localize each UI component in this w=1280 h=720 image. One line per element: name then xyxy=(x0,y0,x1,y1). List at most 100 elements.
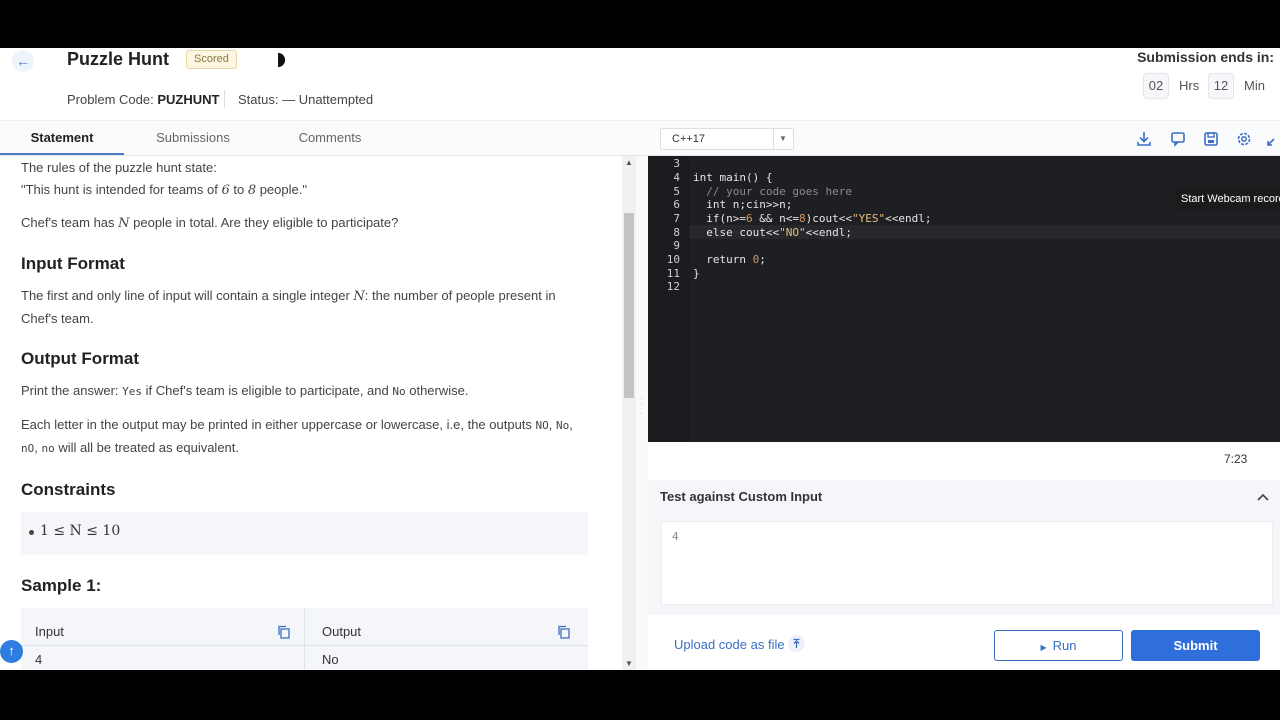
input-text: The first and only line of input will co… xyxy=(21,288,354,303)
code-line: } xyxy=(693,267,700,280)
sample-table: Input Output 4 No xyxy=(21,608,588,670)
copy-output-icon[interactable] xyxy=(557,625,571,639)
output-format-heading: Output Format xyxy=(21,349,140,368)
note-text: , xyxy=(569,417,573,432)
note-text: , xyxy=(548,417,557,432)
upload-icon[interactable] xyxy=(788,635,805,652)
settings-icon[interactable] xyxy=(1235,130,1253,148)
submit-button[interactable]: Submit xyxy=(1131,630,1260,661)
save-icon[interactable] xyxy=(1202,130,1220,148)
chat-icon[interactable] xyxy=(1169,130,1187,148)
problem-question: Chef's team has N people in total. Are t… xyxy=(21,212,591,235)
problem-title: Puzzle Hunt xyxy=(67,49,169,69)
inline-code: No xyxy=(556,419,570,432)
download-icon[interactable] xyxy=(1135,130,1153,148)
code-token: )cout<< xyxy=(805,212,852,225)
status-value: — Unattempted xyxy=(282,92,374,107)
line-number: 10 xyxy=(666,253,680,266)
code-token: <<endl; xyxy=(885,212,932,225)
scored-badge: Scored xyxy=(186,50,237,69)
tab-comments[interactable]: Comments xyxy=(288,121,372,155)
scroll-to-top-button[interactable]: ↑ xyxy=(0,640,23,663)
rules-quote-text: "This hunt is intended for teams of xyxy=(21,182,222,197)
note-text: Each letter in the output may be printed… xyxy=(21,417,536,432)
problem-statement: The rules of the puzzle hunt state: "Thi… xyxy=(0,156,622,670)
resize-grip-icon: · · · · xyxy=(640,394,643,418)
select-divider xyxy=(773,129,774,149)
math-value: 8 xyxy=(247,183,257,198)
constraints-heading: Constraints xyxy=(21,480,116,499)
elapsed-time: 7:23 xyxy=(1224,452,1248,466)
upload-code-link[interactable]: Upload code as file xyxy=(674,637,785,652)
sample-output-value: No xyxy=(322,652,339,667)
tab-statement[interactable]: Statement xyxy=(0,121,124,155)
output-format-text: Print the answer: Yes if Chef's team is … xyxy=(21,380,591,403)
code-number: 6 xyxy=(745,212,753,225)
codechef-ide-page: ← Puzzle Hunt Scored Problem Code: PUZHU… xyxy=(0,48,1280,670)
code-token: else cout<< xyxy=(693,226,780,239)
statement-scrollbar[interactable]: ▲ ▼ xyxy=(622,156,636,670)
line-number: 4 xyxy=(673,171,680,184)
code-line: int n;cin>>n; xyxy=(693,198,793,211)
code-line: return 0; xyxy=(693,253,766,266)
rules-intro: The rules of the puzzle hunt state: xyxy=(21,160,217,175)
code-line: if(n>=6 && n<=8)cout<<"YES"<<endl; xyxy=(693,212,931,225)
custom-input-panel: Test against Custom Input 4 xyxy=(648,480,1280,615)
expand-icon[interactable] xyxy=(1266,130,1278,148)
line-number: 5 xyxy=(673,185,680,198)
problem-status: Status: — Unattempted xyxy=(238,92,373,107)
tab-submissions[interactable]: Submissions xyxy=(144,121,242,155)
line-number-gutter: 3 4 5 6 7 8 9 10 11 12 xyxy=(648,156,690,442)
chevron-up-icon[interactable] xyxy=(1256,490,1270,504)
sample-input-value: 4 xyxy=(35,652,43,667)
sample-heading: Sample 1: xyxy=(21,576,102,595)
scrollbar-thumb[interactable] xyxy=(624,213,634,398)
custom-input-field[interactable]: 4 xyxy=(661,521,1273,605)
video-letterbox-top xyxy=(0,0,1280,48)
bullet xyxy=(29,530,34,535)
scroll-up-arrow-icon[interactable]: ▲ xyxy=(625,158,633,167)
code-line: else cout<<"NO"<<endl; xyxy=(693,226,852,239)
code-token: return xyxy=(693,253,753,266)
play-icon: ▶ xyxy=(1040,643,1047,652)
run-button[interactable]: ▶ Run xyxy=(994,630,1123,661)
math-value: 6 xyxy=(221,183,230,198)
inline-code: nO xyxy=(21,442,35,455)
run-label: Run xyxy=(1052,638,1077,653)
copy-input-icon[interactable] xyxy=(277,625,291,639)
input-format-text: The first and only line of input will co… xyxy=(21,285,591,330)
submission-ends-label: Submission ends in: xyxy=(1137,49,1274,65)
line-number: 6 xyxy=(673,198,680,211)
math-variable: N xyxy=(353,289,365,304)
line-number: 11 xyxy=(666,267,680,280)
theme-toggle-icon[interactable] xyxy=(274,52,288,68)
action-bar: Upload code as file ▶ Run Submit xyxy=(648,615,1280,670)
problem-header: ← Puzzle Hunt Scored Problem Code: PUZHU… xyxy=(0,48,1280,120)
code-comment: // your code goes here xyxy=(706,185,852,198)
case-insensitive-note: Each letter in the output may be printed… xyxy=(21,414,591,460)
webcam-tooltip: Start Webcam recording xyxy=(1176,188,1280,210)
code-token: if(n>= xyxy=(693,212,746,225)
math-variable: N xyxy=(118,216,130,231)
code-number: 8 xyxy=(798,212,806,225)
inline-code: no xyxy=(41,442,55,455)
status-label: Status: xyxy=(238,92,279,107)
back-arrow-icon[interactable]: ← xyxy=(12,50,34,72)
constraint-item: 1 ≤ N ≤ 10 xyxy=(40,523,121,539)
panel-resizer[interactable]: · · · · xyxy=(636,156,648,670)
note-text: will all be treated as equivalent. xyxy=(54,440,240,455)
inline-code: No xyxy=(392,385,406,398)
output-text: if Chef's team is eligible to participat… xyxy=(142,383,393,398)
timer-hours: 02 xyxy=(1143,73,1169,99)
scroll-down-arrow-icon[interactable]: ▼ xyxy=(625,659,633,668)
language-value: C++17 xyxy=(672,133,706,145)
code-token: && n<= xyxy=(752,212,799,225)
line-number: 3 xyxy=(673,157,680,170)
rules-quote-text: to xyxy=(229,182,248,197)
video-letterbox-bottom xyxy=(0,670,1280,720)
language-select[interactable]: C++17 ▼ xyxy=(660,128,794,150)
code-string: "NO" xyxy=(779,226,806,239)
output-text: otherwise. xyxy=(405,383,469,398)
timer-minutes: 12 xyxy=(1208,73,1234,99)
